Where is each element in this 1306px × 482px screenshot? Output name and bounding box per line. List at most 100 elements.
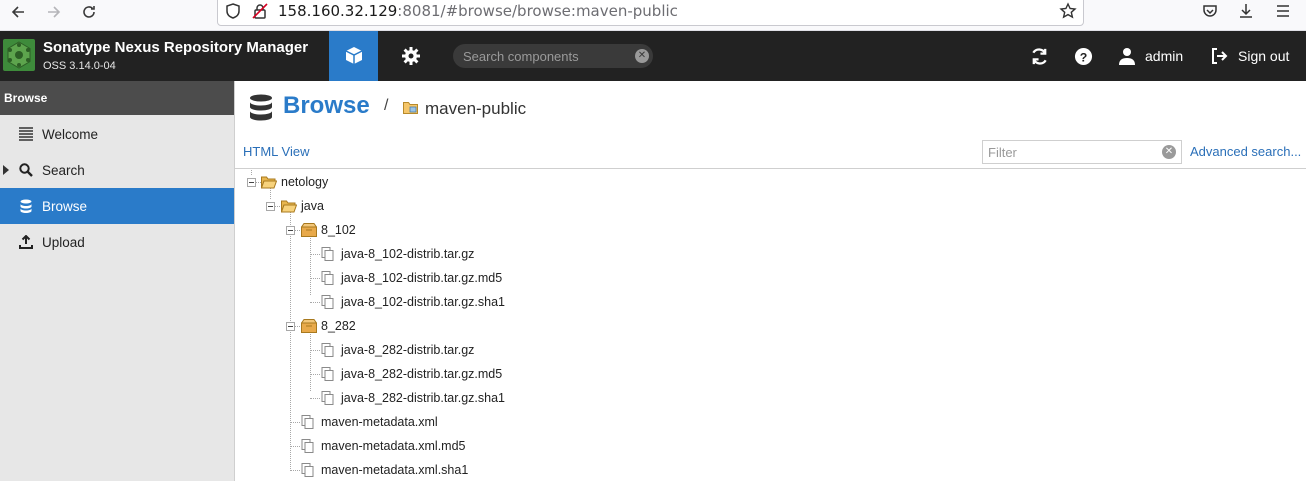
tree-node-label: maven-metadata.xml.sha1 <box>321 463 469 477</box>
sidebar-item-upload[interactable]: Upload <box>0 224 234 260</box>
tree-node-label: java-8_282-distrib.tar.gz.md5 <box>341 367 503 381</box>
clear-search-icon[interactable]: ✕ <box>635 49 649 63</box>
search-icon <box>19 163 33 177</box>
download-icon[interactable] <box>1235 0 1257 22</box>
username-label: admin <box>1145 48 1184 64</box>
tree-node-component[interactable]: 8_102 <box>301 218 356 242</box>
collapse-toggle-icon[interactable] <box>286 322 295 331</box>
insecure-lock-icon[interactable] <box>251 2 269 20</box>
folder-open-icon <box>281 200 297 213</box>
sidebar-item-browse[interactable]: Browse <box>0 188 234 224</box>
forward-icon[interactable] <box>40 0 68 24</box>
filter-input[interactable] <box>983 141 1153 163</box>
app-header: Sonatype Nexus Repository Manager OSS 3.… <box>0 31 1306 81</box>
collapse-toggle-icon[interactable] <box>266 202 275 211</box>
reload-icon[interactable] <box>75 0 103 24</box>
browse-mode-tab[interactable] <box>329 31 378 81</box>
html-view-link[interactable]: HTML View <box>243 144 309 159</box>
tree-node-asset[interactable]: java-8_282-distrib.tar.gz <box>321 338 474 362</box>
file-pages-icon <box>321 271 334 285</box>
breadcrumb-repository[interactable]: maven-public <box>425 99 526 119</box>
sign-out-button[interactable]: Sign out <box>1210 31 1289 81</box>
url-host: 158.160.32.129 <box>278 2 398 20</box>
user-icon <box>1119 48 1135 65</box>
collapse-toggle-icon[interactable] <box>247 178 256 187</box>
sign-out-label: Sign out <box>1238 48 1290 64</box>
file-pages-icon <box>321 343 334 357</box>
advanced-search-link[interactable]: Advanced search... <box>1190 144 1301 159</box>
menu-icon[interactable] <box>1272 0 1294 22</box>
tree-node-asset[interactable]: maven-metadata.xml <box>301 410 438 434</box>
url-bar[interactable]: 158.160.32.129:8081/#browse/browse:maven… <box>217 0 1084 26</box>
tree-node-asset[interactable]: java-8_282-distrib.tar.gz.sha1 <box>321 386 505 410</box>
bookmark-star-icon[interactable] <box>1059 2 1077 20</box>
svg-text:?: ? <box>1080 50 1088 64</box>
tree-node-label: maven-metadata.xml <box>321 415 438 429</box>
tree-node-label: java-8_102-distrib.tar.gz.sha1 <box>341 295 505 309</box>
sidebar-item-search[interactable]: Search <box>0 152 234 188</box>
gear-icon <box>401 47 420 65</box>
refresh-icon[interactable] <box>1030 31 1049 81</box>
app-title: Sonatype Nexus Repository Manager <box>43 39 309 56</box>
app-version: OSS 3.14.0-04 <box>43 60 116 72</box>
sidebar-title: Browse <box>0 81 234 115</box>
file-pages-icon <box>321 391 334 405</box>
breadcrumb-separator: / <box>384 97 389 114</box>
file-pages-icon <box>301 439 314 453</box>
folder-open-icon <box>261 176 277 189</box>
url-path: :8081/#browse/browse:maven-public <box>397 2 678 20</box>
sidebar-item-label: Upload <box>42 234 85 250</box>
tree-node-label: maven-metadata.xml.md5 <box>321 439 466 453</box>
nexus-logo <box>3 39 35 71</box>
sidebar: Browse Welcome Search Browse Upload <box>0 81 235 481</box>
sidebar-item-label: Welcome <box>42 126 99 142</box>
repository-tree: netology java 8_102 java-8_102-distrib.t… <box>235 170 1306 481</box>
browser-toolbar: 158.160.32.129:8081/#browse/browse:maven… <box>0 0 1306 31</box>
pocket-icon[interactable] <box>1199 0 1221 22</box>
tree-node-label: java <box>301 199 324 213</box>
expand-arrow-icon[interactable] <box>3 165 9 175</box>
file-pages-icon <box>321 295 334 309</box>
file-pages-icon <box>321 247 334 261</box>
tree-node-label: 8_102 <box>321 223 356 237</box>
database-icon <box>250 94 272 121</box>
tree-node-label: java-8_102-distrib.tar.gz <box>341 247 475 261</box>
browse-toolbar: HTML View ✕ Advanced search... <box>235 138 1306 169</box>
help-icon[interactable]: ? <box>1074 31 1093 81</box>
tree-node-label: java-8_282-distrib.tar.gz <box>341 343 475 357</box>
sidebar-item-welcome[interactable]: Welcome <box>0 116 234 152</box>
back-icon[interactable] <box>4 0 32 24</box>
tree-node-label: java-8_102-distrib.tar.gz.md5 <box>341 271 503 285</box>
repository-folder-icon <box>403 102 418 114</box>
tree-node-folder[interactable]: netology <box>261 170 328 194</box>
filter-field[interactable]: ✕ <box>982 140 1182 164</box>
tree-node-component[interactable]: 8_282 <box>301 314 356 338</box>
main-panel: Browse / maven-public HTML View ✕ Advanc… <box>235 81 1306 481</box>
tree-node-asset[interactable]: java-8_282-distrib.tar.gz.md5 <box>321 362 502 386</box>
upload-icon <box>19 235 33 249</box>
shield-icon[interactable] <box>224 2 242 20</box>
admin-mode-tab[interactable] <box>386 31 435 81</box>
sidebar-item-label: Browse <box>42 198 88 214</box>
search-components-input[interactable] <box>463 48 628 64</box>
database-icon <box>20 199 32 213</box>
tree-node-label: 8_282 <box>321 319 356 333</box>
tree-node-asset[interactable]: maven-metadata.xml.sha1 <box>301 458 468 482</box>
tree-node-label: java-8_282-distrib.tar.gz.sha1 <box>341 391 505 405</box>
tree-node-asset[interactable]: java-8_102-distrib.tar.gz.md5 <box>321 266 502 290</box>
component-box-icon <box>301 223 317 237</box>
component-search[interactable]: ✕ <box>453 44 653 68</box>
tree-node-asset[interactable]: java-8_102-distrib.tar.gz <box>321 242 474 266</box>
cube-icon <box>345 47 362 64</box>
component-box-icon <box>301 319 317 333</box>
clear-filter-icon[interactable]: ✕ <box>1162 145 1176 159</box>
sign-out-icon <box>1212 48 1228 64</box>
collapse-toggle-icon[interactable] <box>286 226 295 235</box>
tree-node-label: netology <box>281 175 329 189</box>
tree-node-asset[interactable]: java-8_102-distrib.tar.gz.sha1 <box>321 290 505 314</box>
page-title: Browse <box>283 92 370 119</box>
tree-node-folder[interactable]: java <box>281 194 324 218</box>
sidebar-item-label: Search <box>42 162 85 178</box>
tree-node-asset[interactable]: maven-metadata.xml.md5 <box>301 434 466 458</box>
user-menu[interactable]: admin <box>1119 31 1183 81</box>
